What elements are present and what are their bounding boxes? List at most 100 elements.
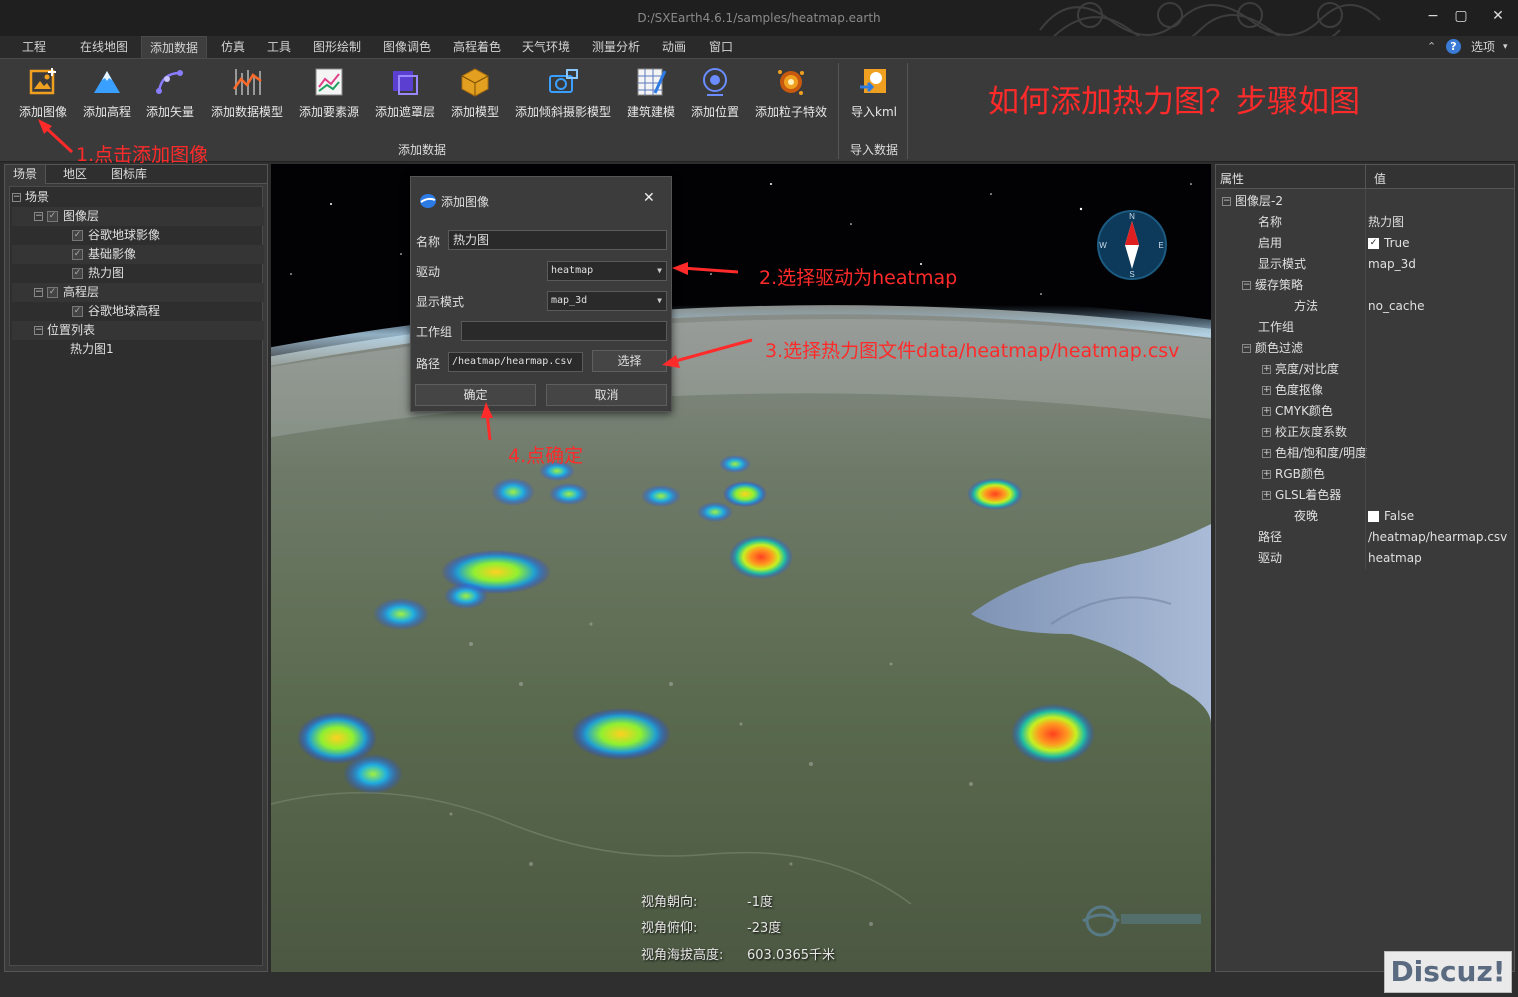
add-oblique-photo-model-label: 添加倾斜摄影模型 bbox=[514, 105, 611, 119]
add-particle-effect-icon bbox=[778, 70, 804, 95]
add-image-icon bbox=[29, 68, 56, 95]
ok-button[interactable]: 确定 bbox=[415, 384, 536, 406]
menu-project[interactable]: 工程 bbox=[22, 36, 46, 58]
collapse-icon[interactable]: − bbox=[34, 288, 43, 297]
checkbox-unchecked[interactable] bbox=[1368, 511, 1379, 522]
property-value[interactable]: /heatmap/hearmap.csv bbox=[1368, 527, 1507, 548]
choose-file-button[interactable]: 选择 bbox=[592, 350, 667, 372]
tab-region[interactable]: 地区 bbox=[55, 165, 95, 184]
collapse-ribbon-icon[interactable]: ⌃ bbox=[1427, 36, 1436, 58]
collapse-icon[interactable]: − bbox=[12, 193, 21, 202]
status-bar bbox=[0, 972, 1518, 997]
path-field[interactable]: /heatmap/hearmap.csv bbox=[448, 352, 583, 372]
add-feature-source-button[interactable]: 添加要素源 bbox=[297, 65, 361, 123]
display-mode-select[interactable]: map_3d ▼ bbox=[547, 291, 667, 311]
driver-label: 驱动 bbox=[416, 265, 441, 279]
dialog-close-button[interactable]: ✕ bbox=[643, 190, 655, 206]
add-oblique-photo-model-button[interactable]: 添加倾斜摄影模型 bbox=[512, 65, 614, 123]
checkbox-checked[interactable]: ✓ bbox=[47, 287, 58, 298]
expand-icon[interactable]: + bbox=[1262, 407, 1271, 416]
add-model-button[interactable]: 添加模型 bbox=[448, 65, 502, 123]
help-icon[interactable]: ? bbox=[1446, 39, 1461, 54]
add-vector-icon bbox=[156, 70, 183, 94]
collapse-icon[interactable]: − bbox=[1222, 197, 1231, 206]
tree-node-image-layer[interactable]: − ✓ 图像层 bbox=[12, 207, 264, 226]
tree-node-heatmap-1[interactable]: 热力图1 bbox=[12, 340, 264, 359]
add-image-button[interactable]: 添加图像 bbox=[14, 65, 72, 123]
menu-image-color[interactable]: 图像调色 bbox=[383, 36, 431, 58]
add-location-button[interactable]: 添加位置 bbox=[688, 65, 742, 123]
property-value[interactable]: no_cache bbox=[1368, 296, 1424, 317]
tree-node-google-elevation[interactable]: ✓ 谷歌地球高程 bbox=[12, 302, 264, 321]
menu-measure[interactable]: 测量分析 bbox=[592, 36, 640, 58]
ribbon-separator bbox=[907, 63, 908, 159]
value-column-header: 值 bbox=[1374, 172, 1387, 186]
tab-icon-library[interactable]: 图标库 bbox=[103, 165, 155, 184]
import-kml-button[interactable]: 导入kml bbox=[848, 65, 900, 123]
cancel-button[interactable]: 取消 bbox=[546, 384, 667, 406]
menu-window[interactable]: 窗口 bbox=[709, 36, 733, 58]
menu-animation[interactable]: 动画 bbox=[662, 36, 686, 58]
add-vector-label: 添加矢量 bbox=[145, 105, 194, 119]
options-dropdown-icon[interactable]: ▾ bbox=[1503, 36, 1508, 58]
expand-icon[interactable]: + bbox=[1262, 449, 1271, 458]
compass-e: E bbox=[1158, 241, 1163, 250]
property-key: 色度抠像 bbox=[1275, 383, 1324, 397]
menu-graphic-drawing[interactable]: 图形绘制 bbox=[313, 36, 361, 58]
title-bar: D:/SXEarth4.6.1/samples/heatmap.earth − … bbox=[0, 0, 1518, 36]
menu-add-data[interactable]: 添加数据 bbox=[141, 36, 208, 58]
close-window-button[interactable]: ✕ bbox=[1487, 6, 1509, 26]
heading-label: 视角朝向: bbox=[641, 895, 698, 910]
collapse-icon[interactable]: − bbox=[34, 326, 43, 335]
checkbox-checked[interactable]: ✓ bbox=[72, 268, 83, 279]
tree-node-elevation-layer[interactable]: − ✓ 高程层 bbox=[12, 283, 264, 302]
building-modeling-button[interactable]: 建筑建模 bbox=[624, 65, 678, 123]
tree-node-google-imagery[interactable]: ✓ 谷歌地球影像 bbox=[12, 226, 264, 245]
add-elevation-button[interactable]: 添加高程 bbox=[80, 65, 134, 123]
dialog-header: 添加图像 ✕ bbox=[411, 177, 671, 223]
expand-icon[interactable]: + bbox=[1262, 428, 1271, 437]
add-particle-effect-button[interactable]: 添加粒子特效 bbox=[752, 65, 830, 123]
collapse-icon[interactable]: − bbox=[1242, 281, 1251, 290]
checkbox-checked[interactable]: ✓ bbox=[1368, 238, 1379, 249]
building-modeling-icon bbox=[637, 68, 667, 96]
globe-icon bbox=[420, 194, 436, 208]
tree-node-base-imagery[interactable]: ✓ 基础影像 bbox=[12, 245, 264, 264]
workgroup-field[interactable] bbox=[461, 321, 667, 341]
enabled-checkbox-cell[interactable]: ✓ True bbox=[1368, 233, 1410, 254]
tree-node-scene[interactable]: − 场景 bbox=[12, 188, 264, 207]
checkbox-checked[interactable]: ✓ bbox=[72, 306, 83, 317]
expand-icon[interactable]: + bbox=[1262, 470, 1271, 479]
menu-tools[interactable]: 工具 bbox=[267, 36, 291, 58]
restore-button[interactable]: ▢ bbox=[1450, 6, 1472, 26]
driver-select[interactable]: heatmap ▼ bbox=[547, 261, 667, 281]
menu-simulation[interactable]: 仿真 bbox=[221, 36, 245, 58]
add-data-model-button[interactable]: 添加数据模型 bbox=[209, 65, 285, 123]
property-value[interactable]: 热力图 bbox=[1368, 212, 1404, 233]
checkbox-checked[interactable]: ✓ bbox=[47, 211, 58, 222]
tree-node-label: 热力图1 bbox=[70, 342, 114, 356]
add-vector-button[interactable]: 添加矢量 bbox=[143, 65, 197, 123]
compass-icon[interactable]: N S E W bbox=[1097, 210, 1167, 280]
expand-icon[interactable]: + bbox=[1262, 386, 1271, 395]
collapse-icon[interactable]: − bbox=[34, 212, 43, 221]
options-menu[interactable]: 选项 bbox=[1471, 36, 1495, 58]
property-key: 颜色过滤 bbox=[1255, 341, 1304, 355]
property-value[interactable]: heatmap bbox=[1368, 548, 1422, 569]
add-mask-layer-button[interactable]: 添加遮罩层 bbox=[373, 65, 437, 123]
checkbox-checked[interactable]: ✓ bbox=[72, 230, 83, 241]
tree-node-position-list[interactable]: − 位置列表 bbox=[12, 321, 264, 340]
name-field[interactable]: 热力图 bbox=[448, 230, 667, 250]
menu-elevation-color[interactable]: 高程着色 bbox=[453, 36, 501, 58]
menu-weather[interactable]: 天气环境 bbox=[522, 36, 570, 58]
tab-scene[interactable]: 场景 bbox=[5, 165, 47, 184]
tree-node-heatmap[interactable]: ✓ 热力图 bbox=[12, 264, 264, 283]
expand-icon[interactable]: + bbox=[1262, 491, 1271, 500]
property-value[interactable]: map_3d bbox=[1368, 254, 1416, 275]
minimize-button[interactable]: − bbox=[1422, 6, 1444, 26]
expand-icon[interactable]: + bbox=[1262, 365, 1271, 374]
collapse-icon[interactable]: − bbox=[1242, 344, 1251, 353]
night-checkbox-cell[interactable]: False bbox=[1368, 506, 1414, 527]
checkbox-checked[interactable]: ✓ bbox=[72, 249, 83, 260]
menu-online-map[interactable]: 在线地图 bbox=[80, 36, 128, 58]
